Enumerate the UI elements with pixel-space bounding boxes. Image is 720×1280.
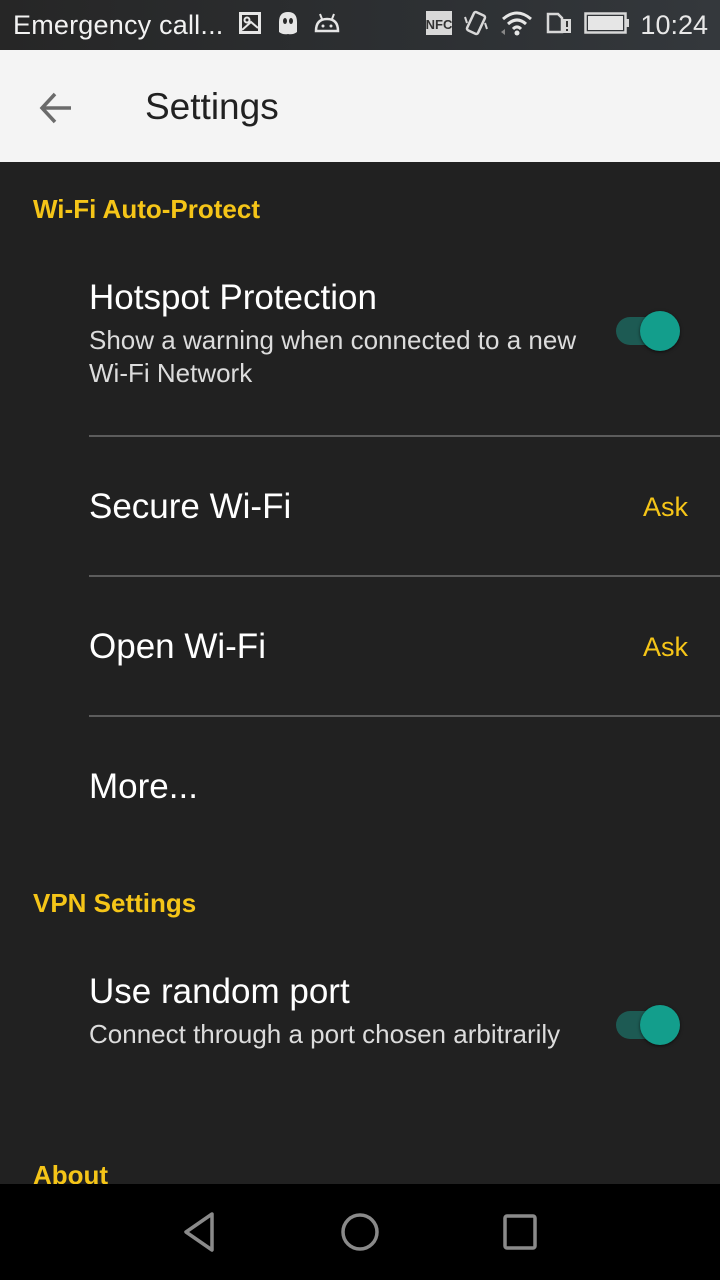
carrier-text: Emergency call... <box>13 9 224 40</box>
pref-title: Hotspot Protection <box>89 278 377 317</box>
arrow-left-icon <box>39 92 71 124</box>
ghost-icon <box>277 10 299 41</box>
nav-recents-button[interactable] <box>490 1202 550 1262</box>
pref-summary: Connect through a port chosen arbitraril… <box>89 1019 561 1049</box>
vibrate-icon <box>464 9 489 42</box>
pref-use-random-port[interactable]: Use random port Connect through a port c… <box>0 950 720 1130</box>
nav-back-button[interactable] <box>170 1202 230 1262</box>
home-circle-icon <box>341 1213 379 1251</box>
sim-alert-icon <box>546 10 572 41</box>
section-header-about: About <box>33 1160 109 1184</box>
pref-title: Use random port <box>89 972 350 1011</box>
app-bar: Settings <box>0 50 720 162</box>
image-icon <box>237 10 263 41</box>
pref-title: Open Wi-Fi <box>89 627 266 666</box>
pref-title: More... <box>89 767 198 806</box>
pref-hotspot-protection[interactable]: Hotspot Protection Show a warning when c… <box>0 256 720 436</box>
status-right: NFC 10:24 <box>414 0 708 50</box>
recents-square-icon <box>503 1214 537 1250</box>
pref-value: Ask <box>642 632 688 662</box>
switch-thumb <box>640 311 680 351</box>
back-triangle-icon <box>184 1212 214 1252</box>
pref-title: Secure Wi-Fi <box>89 487 292 526</box>
clock: 10:24 <box>640 9 708 40</box>
page-title: Settings <box>145 86 279 127</box>
status-left: Emergency call... <box>13 0 341 50</box>
android-icon <box>313 11 341 40</box>
use-random-port-switch[interactable] <box>616 1003 684 1047</box>
section-header-wifi-auto-protect: Wi-Fi Auto-Protect <box>33 194 260 224</box>
pref-more[interactable]: More... <box>0 717 720 855</box>
hotspot-protection-switch[interactable] <box>616 309 684 353</box>
nfc-icon: NFC <box>426 10 453 40</box>
back-button[interactable] <box>28 80 84 136</box>
nav-home-button[interactable] <box>330 1202 390 1262</box>
switch-thumb <box>640 1005 680 1045</box>
wifi-icon <box>500 10 534 41</box>
pref-summary: Show a warning when connected to a new W… <box>89 325 577 388</box>
navigation-bar <box>0 1184 720 1280</box>
pref-secure-wifi[interactable]: Secure Wi-Fi Ask <box>0 437 720 575</box>
settings-list[interactable]: Wi-Fi Auto-Protect Hotspot Protection Sh… <box>0 162 720 1184</box>
svg-text:NFC: NFC <box>426 17 452 32</box>
section-header-vpn-settings: VPN Settings <box>33 888 197 918</box>
battery-icon <box>584 11 630 39</box>
pref-open-wifi[interactable]: Open Wi-Fi Ask <box>0 577 720 715</box>
pref-value: Ask <box>642 492 688 522</box>
status-bar: Emergency call... NFC 10:24 <box>0 0 720 50</box>
